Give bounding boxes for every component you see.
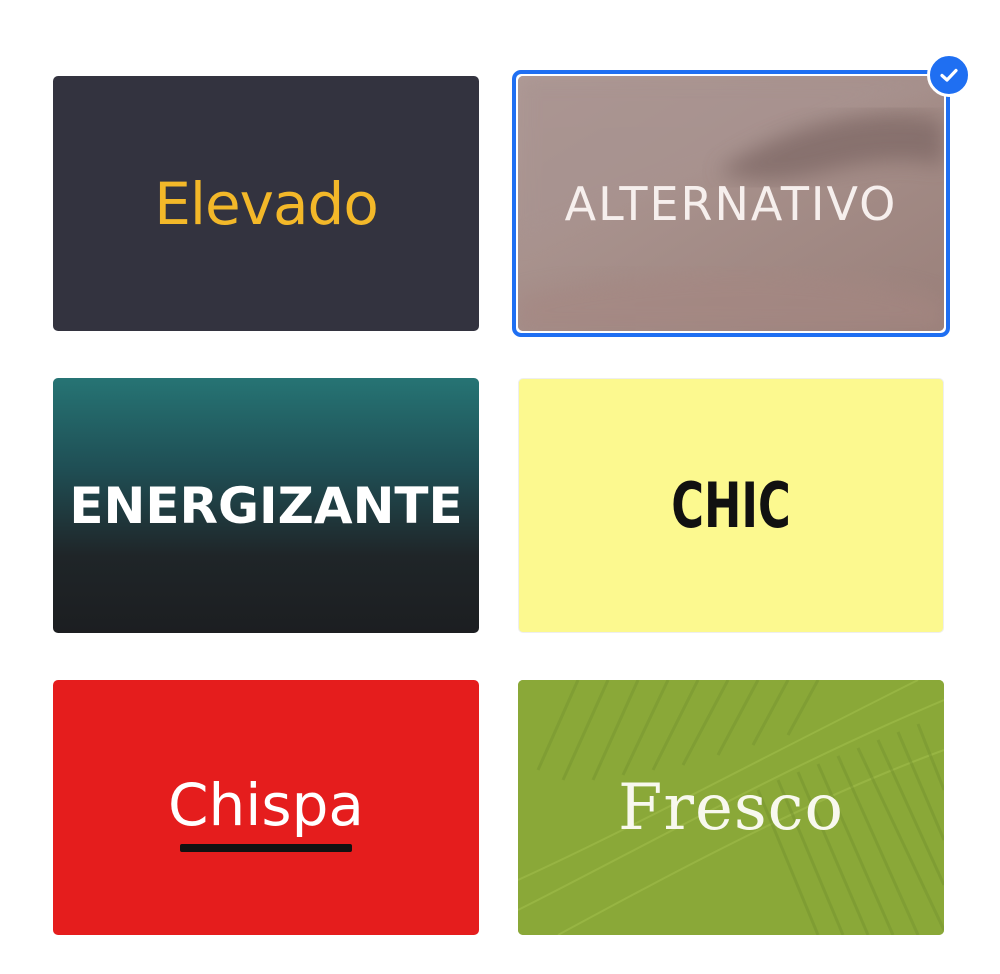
theme-label-energizante: ENERGIZANTE	[69, 476, 463, 535]
theme-grid: Elevado ALTERNATIVO ENERGIZANTE CHIC Chi…	[0, 0, 1000, 974]
theme-label-fresco: Fresco	[617, 770, 845, 845]
theme-label-alternativo: ALTERNATIVO	[564, 176, 898, 231]
theme-label-chic: CHIC	[671, 469, 791, 542]
checkmark-icon	[927, 53, 971, 97]
theme-card-energizante[interactable]: ENERGIZANTE	[53, 378, 479, 633]
theme-card-fresco[interactable]: Fresco	[518, 680, 944, 935]
theme-card-chic[interactable]: CHIC	[518, 378, 944, 633]
theme-card-alternativo[interactable]: ALTERNATIVO	[518, 76, 944, 331]
theme-card-elevado[interactable]: Elevado	[53, 76, 479, 331]
theme-card-chispa[interactable]: Chispa	[53, 680, 479, 935]
chispa-underline-decoration	[180, 844, 352, 852]
theme-label-elevado: Elevado	[154, 169, 379, 238]
theme-label-chispa: Chispa	[168, 770, 364, 839]
